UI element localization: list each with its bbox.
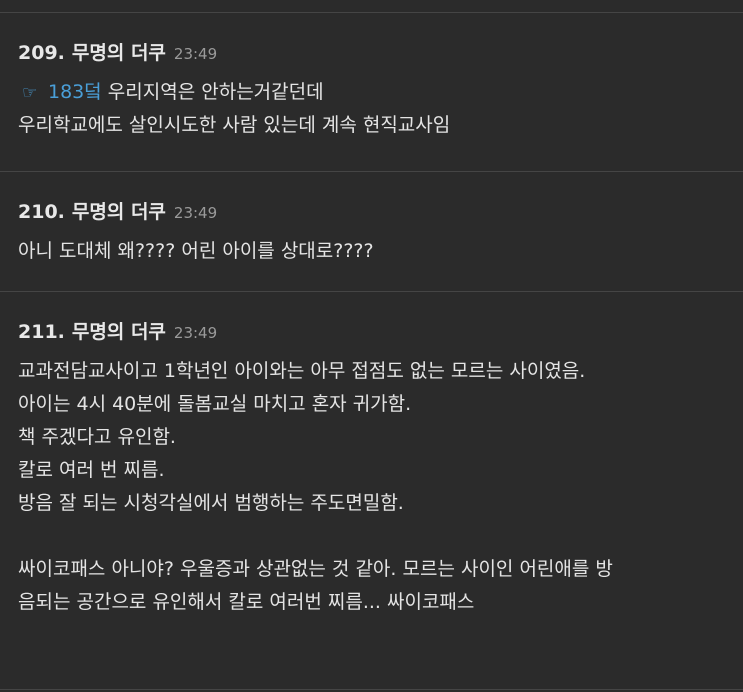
comment-nickname: 무명의 더쿠: [71, 321, 166, 343]
comment-line: 음되는 공간으로 유인해서 칼로 여러번 찌름... 싸이코패스: [18, 591, 475, 613]
comment-nickname: 무명의 더쿠: [71, 42, 166, 64]
comment-line: 교과전담교사이고 1학년인 아이와는 아무 접점도 없는 모르는 사이였음.: [18, 360, 586, 382]
comment-thread: 209. 무명의 더쿠 23:49 ☞ 183덬 우리지역은 안하는거같던데 우리…: [0, 0, 743, 692]
comment-line: 방음 잘 되는 시청각실에서 범행하는 주도면밀함.: [18, 492, 404, 514]
comment-number[interactable]: 209.: [18, 42, 65, 64]
comment-number[interactable]: 211.: [18, 321, 65, 343]
comment-body: 아니 도대체 왜???? 어린 아이를 상대로????: [18, 235, 725, 268]
comment-line: 책 주겠다고 유인함.: [18, 426, 176, 448]
comment-210: 210. 무명의 더쿠 23:49 아니 도대체 왜???? 어린 아이를 상대…: [0, 172, 743, 292]
comment-time: 23:49: [173, 45, 218, 63]
comment-header: 211. 무명의 더쿠 23:49: [18, 317, 725, 347]
comment-body: 교과전담교사이고 1학년인 아이와는 아무 접점도 없는 모르는 사이였음. 아…: [18, 355, 725, 619]
reply-reference-link[interactable]: ☞ 183덬: [22, 81, 102, 103]
comment-time: 23:49: [173, 324, 218, 342]
comment-time: 23:49: [173, 204, 218, 222]
comment-line: 아니 도대체 왜???? 어린 아이를 상대로????: [18, 240, 374, 262]
comment-line: 아이는 4시 40분에 돌봄교실 마치고 혼자 귀가함.: [18, 393, 412, 415]
top-divider: [0, 0, 743, 13]
comment-number[interactable]: 210.: [18, 201, 65, 223]
comment-header: 210. 무명의 더쿠 23:49: [18, 197, 725, 227]
comment-nickname: 무명의 더쿠: [71, 201, 166, 223]
comment-line: 우리학교에도 살인시도한 사람 있는데 계속 현직교사임: [18, 114, 451, 136]
pointing-hand-icon: ☞: [22, 83, 38, 103]
reply-reference-text[interactable]: 183덬: [48, 81, 102, 103]
comment-209: 209. 무명의 더쿠 23:49 ☞ 183덬 우리지역은 안하는거같던데 우리…: [0, 13, 743, 172]
comment-211: 211. 무명의 더쿠 23:49 교과전담교사이고 1학년인 아이와는 아무 …: [0, 292, 743, 690]
comment-line: 싸이코패스 아니야? 우울증과 상관없는 것 같아. 모르는 사이인 어린애를 …: [18, 558, 613, 580]
comment-line: ☞ 183덬 우리지역은 안하는거같던데: [18, 76, 725, 109]
comment-header: 209. 무명의 더쿠 23:49: [18, 38, 725, 68]
comment-body: ☞ 183덬 우리지역은 안하는거같던데 우리학교에도 살인시도한 사람 있는데 …: [18, 76, 725, 142]
comment-text: 우리지역은 안하는거같던데: [107, 81, 324, 103]
comment-line: 칼로 여러 번 찌름.: [18, 459, 165, 481]
